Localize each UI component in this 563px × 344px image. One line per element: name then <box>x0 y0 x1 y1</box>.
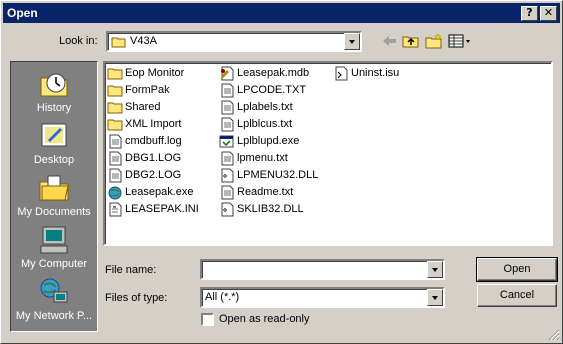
look-in-dropdown[interactable]: V43A <box>106 31 362 52</box>
folder-icon <box>111 37 126 48</box>
folder-icon <box>107 102 123 114</box>
place-my-network-places[interactable]: My Network P... <box>11 274 97 326</box>
list-item[interactable]: SKLIB32.DLL <box>219 201 304 218</box>
place-label: Desktop <box>33 154 75 166</box>
exe-icon <box>219 135 234 148</box>
list-item[interactable]: LPCODE.TXT <box>219 82 306 99</box>
title-bar[interactable]: Open ? ✕ <box>3 3 560 23</box>
chevron-down-icon[interactable] <box>427 289 443 306</box>
place-my-documents[interactable]: My Documents <box>11 170 97 222</box>
my-documents-icon <box>39 175 69 201</box>
text-file-icon <box>109 134 122 149</box>
list-item[interactable]: Readme.txt <box>219 184 293 201</box>
desktop-icon <box>41 123 67 147</box>
list-item[interactable]: Leasepak.mdb <box>219 65 309 82</box>
open-button[interactable]: Open <box>476 257 558 282</box>
folder-icon <box>107 68 123 80</box>
list-item[interactable]: Shared <box>107 99 160 116</box>
place-history[interactable]: History <box>11 66 97 118</box>
history-icon <box>40 73 68 97</box>
place-my-computer[interactable]: My Computer <box>11 222 97 274</box>
list-item[interactable]: DBG2.LOG <box>107 167 181 184</box>
chevron-down-icon[interactable] <box>344 33 360 50</box>
text-file-icon <box>221 117 234 132</box>
file-name-field[interactable] <box>200 259 445 280</box>
text-file-icon <box>221 83 234 98</box>
file-list[interactable]: Eop Monitor FormPak Shared XML Import cm… <box>103 61 553 246</box>
cancel-button[interactable]: Cancel <box>477 284 557 307</box>
list-item[interactable]: lpmenu.txt <box>219 150 288 167</box>
list-item[interactable]: DBG1.LOG <box>107 150 181 167</box>
files-of-type-label: Files of type: <box>105 292 168 304</box>
place-label: My Documents <box>17 206 91 218</box>
files-of-type-value: All (*.*) <box>205 291 240 303</box>
my-computer-icon <box>40 226 68 254</box>
list-item[interactable]: Eop Monitor <box>107 65 184 82</box>
isu-file-icon <box>335 66 348 81</box>
places-bar: History Desktop My Documents My Computer… <box>10 61 98 332</box>
open-dialog: Open ? ✕ Look in: V43A History Desktop M… <box>0 0 563 344</box>
list-item[interactable]: LPMENU32.DLL <box>219 167 318 184</box>
dll-icon <box>221 168 234 183</box>
text-file-icon <box>109 168 122 183</box>
look-in-label: Look in: <box>59 35 98 47</box>
ini-file-icon <box>109 202 122 217</box>
place-label: History <box>36 102 72 114</box>
view-menu-icon[interactable] <box>448 33 474 49</box>
text-file-icon <box>221 100 234 115</box>
folder-icon <box>107 85 123 97</box>
list-item[interactable]: FormPak <box>107 82 170 99</box>
list-item[interactable]: cmdbuff.log <box>107 133 182 150</box>
access-db-icon <box>221 66 234 81</box>
list-item[interactable]: Uninst.isu <box>333 65 399 82</box>
text-file-icon <box>221 151 234 166</box>
new-folder-icon[interactable] <box>425 33 443 49</box>
list-item[interactable]: Lplblcus.txt <box>219 116 292 133</box>
list-item[interactable]: LEASEPAK.INI <box>107 201 199 218</box>
up-one-level-icon[interactable] <box>402 33 420 49</box>
list-item[interactable]: XML Import <box>107 116 181 133</box>
my-network-places-icon <box>40 278 68 303</box>
globe-exe-icon <box>108 186 122 200</box>
look-in-value: V43A <box>130 35 157 47</box>
back-arrow-icon[interactable] <box>380 33 398 49</box>
chevron-down-icon[interactable] <box>427 261 443 278</box>
list-item[interactable]: Lplblupd.exe <box>219 133 299 150</box>
text-file-icon <box>221 185 234 200</box>
list-item[interactable]: Lplabels.txt <box>219 99 293 116</box>
place-label: My Computer <box>20 258 88 270</box>
dialog-title: Open <box>7 6 38 20</box>
help-button[interactable]: ? <box>521 6 538 21</box>
place-desktop[interactable]: Desktop <box>11 118 97 170</box>
dll-icon <box>221 202 234 217</box>
file-name-label: File name: <box>105 264 157 276</box>
read-only-label: Open as read-only <box>219 313 310 325</box>
list-item[interactable]: Leasepak.exe <box>107 184 194 201</box>
close-button[interactable]: ✕ <box>540 6 557 21</box>
files-of-type-dropdown[interactable]: All (*.*) <box>200 287 445 308</box>
read-only-checkbox[interactable] <box>201 313 214 326</box>
resize-grip-icon[interactable] <box>548 329 560 341</box>
folder-icon <box>107 119 123 131</box>
place-label: My Network P... <box>15 310 93 322</box>
text-file-icon <box>109 151 122 166</box>
